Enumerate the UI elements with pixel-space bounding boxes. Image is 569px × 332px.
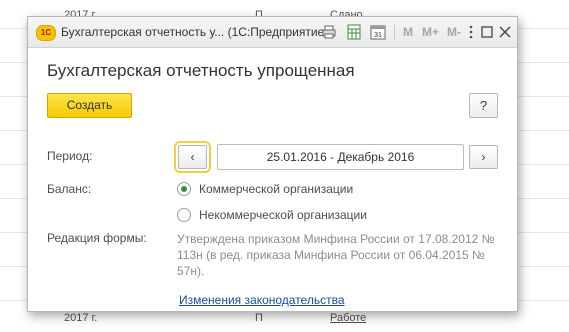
radio-button-selected[interactable] [177,182,191,196]
help-button[interactable]: ? [469,93,498,118]
radio-button[interactable] [177,208,191,222]
radio-label[interactable]: Коммерческой организации [199,182,353,196]
form-title: Бухгалтерская отчетность упрощенная [47,61,355,80]
calendar-icon[interactable]: 31 [370,24,386,40]
bg-row-type: П [255,312,263,324]
edition-text: Утверждена приказом Минфина России от 17… [177,232,495,278]
app-logo-icon[interactable]: 1С [36,25,56,41]
window-titlebar[interactable]: 1С Бухгалтерская отчетность у... (1С:Пре… [28,17,517,48]
create-button[interactable]: Создать [47,93,132,118]
edition-label: Редакция формы: [47,231,147,245]
law-changes-link[interactable]: Изменения законодательства [179,293,345,307]
memory-plus-button[interactable]: M+ [422,25,439,39]
report-window: 1С Бухгалтерская отчетность у... (1С:Пре… [27,16,518,312]
calculator-icon[interactable] [346,24,362,40]
bg-row-status[interactable]: Работе [330,312,366,324]
memory-button[interactable]: M [403,25,413,39]
period-next-button[interactable]: › [469,145,498,169]
balance-label: Баланс: [47,182,92,196]
more-icon[interactable] [468,24,474,40]
period-label: Период: [47,149,93,163]
close-icon[interactable] [498,24,512,40]
period-prev-button[interactable]: ‹ [174,141,211,173]
memory-minus-button[interactable]: M- [447,25,461,39]
maximize-icon[interactable] [480,24,494,40]
toolbar-separator [394,25,395,39]
radio-label[interactable]: Некоммерческой организации [199,208,367,222]
print-icon[interactable] [321,24,337,40]
bg-row-period: 2017 г. [64,312,98,324]
period-field[interactable]: 25.01.2016 - Декабрь 2016 [217,144,464,170]
svg-text:31: 31 [374,32,382,39]
window-title: Бухгалтерская отчетность у... (1С:Предпр… [61,25,329,39]
